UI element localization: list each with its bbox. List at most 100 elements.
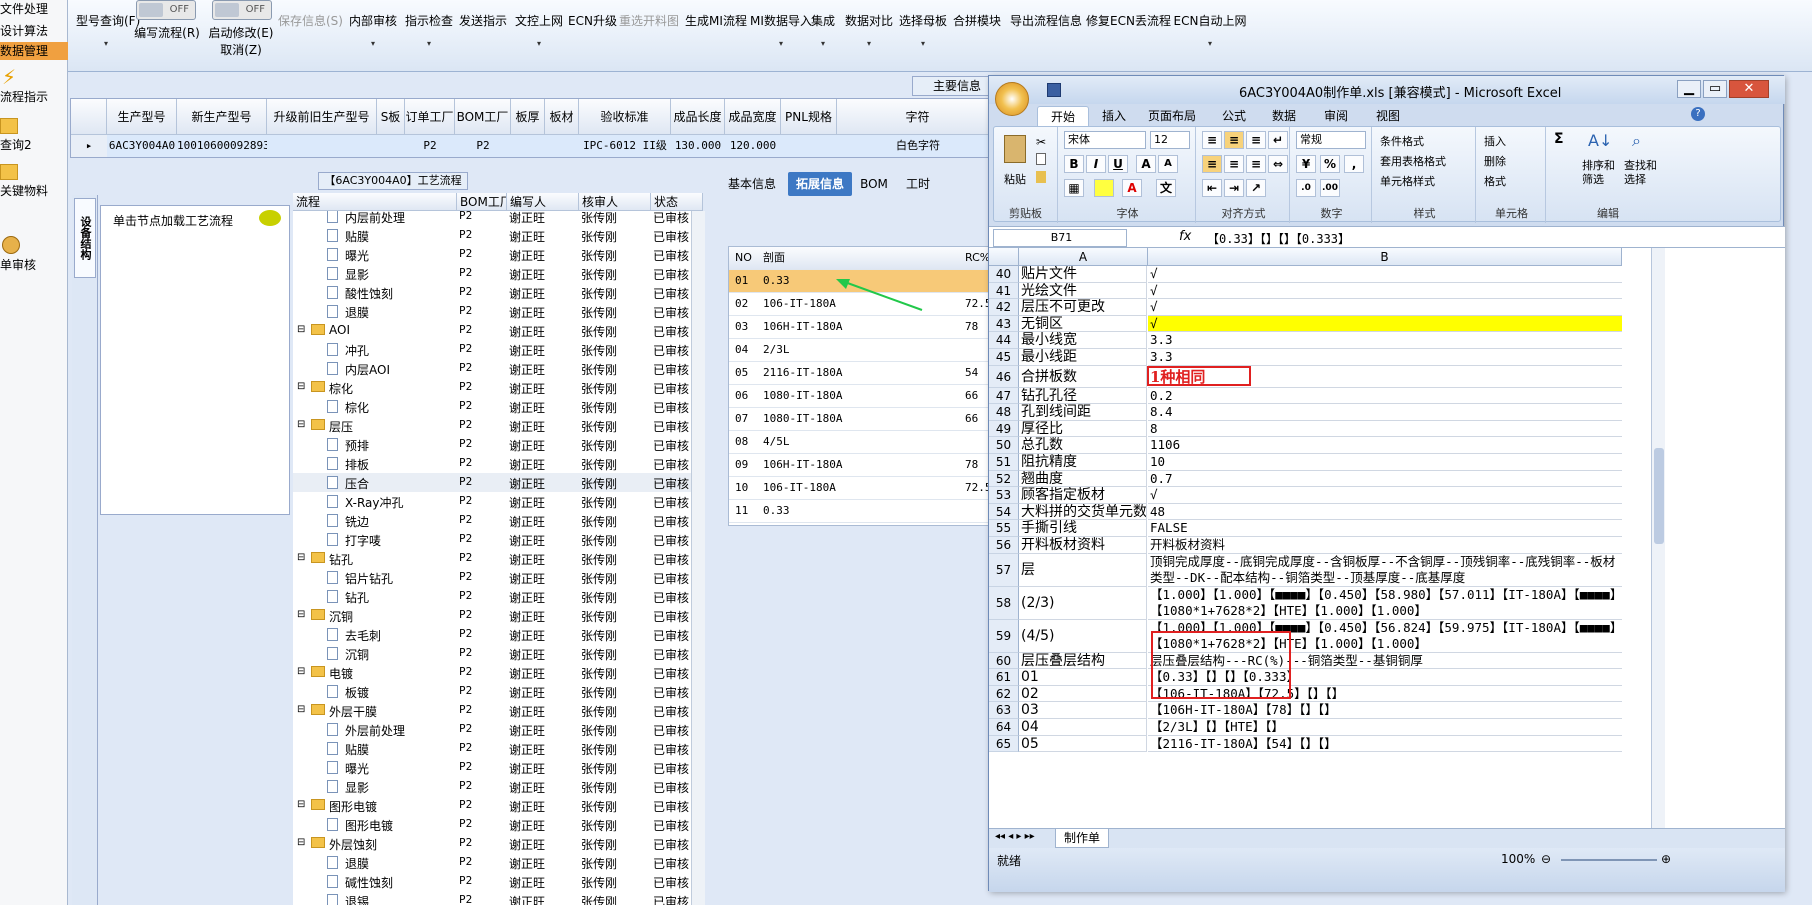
grid-cell[interactable]: 白色字符 xyxy=(837,135,999,157)
stack-row[interactable]: 05 2116-IT-180A 54 xyxy=(729,362,991,385)
col-header-writer[interactable]: 编写人 xyxy=(507,193,579,211)
tree-row[interactable]: 内层AOI P2 谢正旺 张传刚 已审核 xyxy=(293,359,691,378)
sort-icon[interactable]: A↓ xyxy=(1588,131,1612,150)
tree-row[interactable]: 外层前处理 P2 谢正旺 张传刚 已审核 xyxy=(293,720,691,739)
row-header[interactable]: 53 xyxy=(989,487,1019,504)
cell-b[interactable]: 3.3 xyxy=(1148,332,1622,349)
grid-cell[interactable]: 130.000 xyxy=(671,135,725,157)
align-middle-icon[interactable]: ≡ xyxy=(1224,131,1244,149)
row-header[interactable]: 60 xyxy=(989,652,1019,670)
row-header[interactable]: 57 xyxy=(989,553,1019,587)
format-painter-icon[interactable] xyxy=(1036,171,1046,183)
tree-row[interactable]: X-Ray冲孔 P2 谢正旺 张传刚 已审核 xyxy=(293,492,691,511)
decrease-decimal-icon[interactable]: .00 xyxy=(1320,179,1340,197)
cell-a[interactable]: 04 xyxy=(1019,719,1147,736)
cell-b[interactable]: 【1.000】【1.000】【■■■■】【0.450】【58.980】【57.0… xyxy=(1148,587,1622,620)
row-header[interactable]: 47 xyxy=(989,387,1019,405)
tree-row[interactable]: 退锡 P2 谢正旺 张传刚 已审核 xyxy=(293,891,691,905)
row-header[interactable]: 40 xyxy=(989,266,1019,283)
tab-review[interactable]: 审阅 xyxy=(1311,106,1361,126)
tab-hours[interactable]: 工时 xyxy=(898,172,938,196)
cell-a[interactable]: 01 xyxy=(1019,669,1147,686)
mi-import-button[interactable]: MI数据导入 ▾ xyxy=(750,0,812,48)
insert-button[interactable]: 插入 xyxy=(1484,133,1506,149)
nav-item-data[interactable]: 数据管理 xyxy=(0,42,68,60)
grid-cell[interactable] xyxy=(545,135,579,157)
model-query-button[interactable]: 型号查询(F) ▾ xyxy=(76,0,140,48)
increase-decimal-icon[interactable]: .0 xyxy=(1296,179,1316,197)
grid-header[interactable]: BOM工厂 xyxy=(455,99,511,135)
nav-item-query[interactable]: 查询2 xyxy=(0,116,68,156)
row-header[interactable]: 52 xyxy=(989,470,1019,488)
tree-row[interactable]: 显影 P2 谢正旺 张传刚 已审核 xyxy=(293,777,691,796)
grow-font-icon[interactable]: A xyxy=(1136,155,1156,173)
nav-item-design[interactable]: 设计算法 xyxy=(0,22,68,40)
tree-row[interactable]: 预排 P2 谢正旺 张传刚 已审核 xyxy=(293,435,691,454)
row-header[interactable]: 50 xyxy=(989,437,1019,454)
find-select-button[interactable]: 查找和选择 xyxy=(1624,159,1664,187)
collapse-icon[interactable]: ⊟ xyxy=(297,704,305,715)
tree-row[interactable]: 退膜 P2 谢正旺 张传刚 已审核 xyxy=(293,853,691,872)
grid-header[interactable]: 板材 xyxy=(545,99,579,135)
row-header[interactable]: 56 xyxy=(989,537,1019,554)
select-mother-board-button[interactable]: 选择母板 ▾ xyxy=(898,0,948,48)
grid-cell[interactable] xyxy=(267,135,377,157)
orientation-icon[interactable]: ↗ xyxy=(1246,179,1266,197)
cell-b[interactable]: √ xyxy=(1148,283,1622,300)
merge-module-button[interactable]: 合拼模块 xyxy=(952,0,1002,29)
tree-row[interactable]: 曝光 P2 谢正旺 张传刚 已审核 xyxy=(293,245,691,264)
grid-header[interactable]: 成品宽度 xyxy=(725,99,781,135)
cell-b[interactable]: 【2116-IT-180A】【54】【】【】 xyxy=(1148,736,1622,753)
align-left-icon[interactable]: ≡ xyxy=(1202,155,1222,173)
cell-style-button[interactable]: 单元格样式 xyxy=(1380,173,1435,189)
merge-icon[interactable]: ⇔ xyxy=(1268,155,1288,173)
stack-row[interactable]: 08 4/5L xyxy=(729,431,991,454)
cell-a[interactable]: 合拼板数 xyxy=(1019,365,1147,388)
underline-icon[interactable]: U xyxy=(1108,155,1128,173)
align-bottom-icon[interactable]: ≡ xyxy=(1246,131,1266,149)
side-tab-structure[interactable]: 设备结构 xyxy=(74,198,96,278)
col-header-flow[interactable]: 流程 xyxy=(293,193,457,211)
grid-cell[interactable] xyxy=(511,135,545,157)
nav-item-material[interactable]: 关键物料 xyxy=(0,162,68,202)
wrap-text-icon[interactable]: ↵ xyxy=(1268,131,1288,149)
tree-row[interactable]: 贴膜 P2 谢正旺 张传刚 已审核 xyxy=(293,226,691,245)
stack-row[interactable]: 11 0.33 xyxy=(729,500,991,523)
cell-b[interactable]: 3.3 xyxy=(1148,349,1622,366)
zoom-out-icon[interactable]: ⊖ xyxy=(1541,852,1551,866)
tree-row[interactable]: 图形电镀 P2 谢正旺 张传刚 已审核 xyxy=(293,815,691,834)
cell-a[interactable]: 02 xyxy=(1019,685,1147,703)
cell-a[interactable]: 最小线距 xyxy=(1019,349,1147,366)
row-header[interactable]: 43 xyxy=(989,315,1019,333)
tab-insert[interactable]: 插入 xyxy=(1089,106,1139,126)
grid-cell[interactable]: P2 xyxy=(455,135,511,157)
row-header[interactable]: 51 xyxy=(989,454,1019,471)
doc-online-button[interactable]: 文控上网 ▾ xyxy=(514,0,564,48)
align-center-icon[interactable]: ≡ xyxy=(1224,155,1244,173)
row-header[interactable]: 41 xyxy=(989,282,1019,300)
reselect-drawing-button[interactable]: 重选开料图 xyxy=(616,0,682,29)
outdent-icon[interactable]: ⇤ xyxy=(1202,179,1222,197)
nav-item-flow[interactable]: ⚡ 流程指示 xyxy=(0,66,68,110)
delete-button[interactable]: 删除 xyxy=(1484,153,1506,169)
cell-b[interactable]: 0.7 xyxy=(1148,471,1622,488)
grid-header[interactable]: PNL规格 xyxy=(781,99,837,135)
row-header[interactable]: 62 xyxy=(989,685,1019,703)
collapse-icon[interactable]: ⊟ xyxy=(297,419,305,430)
grid-header[interactable]: 字符 xyxy=(837,99,999,135)
table-format-button[interactable]: 套用表格格式 xyxy=(1380,153,1446,169)
format-button[interactable]: 格式 xyxy=(1484,173,1506,189)
grid-header[interactable]: 升级前旧生产型号 xyxy=(267,99,377,135)
tree-row[interactable]: 压合 P2 谢正旺 张传刚 已审核 xyxy=(293,473,691,492)
grid-cell[interactable]: 10010600092893 xyxy=(177,135,267,157)
cancel-label[interactable]: 取消(Z) xyxy=(206,41,276,58)
integrate-button[interactable]: 集成 ▾ xyxy=(808,0,838,48)
grid-cell[interactable] xyxy=(377,135,405,157)
row-header[interactable]: 58 xyxy=(989,586,1019,620)
border-icon[interactable]: ▦ xyxy=(1064,179,1084,197)
column-header-b[interactable]: B xyxy=(1148,248,1622,266)
restore-icon[interactable]: ▭ xyxy=(1703,80,1727,98)
tree-row[interactable]: 酸性蚀刻 P2 谢正旺 张传刚 已审核 xyxy=(293,283,691,302)
cell-b[interactable]: 【106H-IT-180A】【78】【】【】 xyxy=(1148,702,1622,719)
export-flow-button[interactable]: 导出流程信息 xyxy=(1008,0,1084,29)
